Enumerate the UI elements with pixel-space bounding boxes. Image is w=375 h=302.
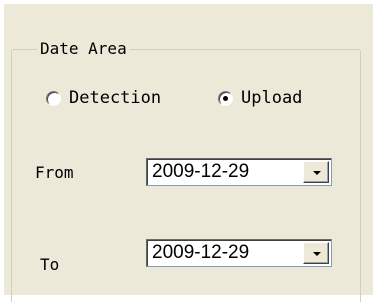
- to-date-value: 2009-12-29: [152, 242, 250, 263]
- radio-detection-label: Detection: [69, 88, 162, 108]
- group-title: Date Area: [37, 38, 130, 60]
- from-date-value: 2009-12-29: [152, 161, 250, 182]
- to-date-select[interactable]: 2009-12-29: [146, 239, 332, 267]
- from-dropdown-button[interactable]: [303, 161, 329, 183]
- radio-upload[interactable]: Upload: [218, 85, 302, 111]
- radio-upload-label: Upload: [241, 88, 303, 108]
- radio-detection[interactable]: Detection: [46, 85, 161, 111]
- from-label: From: [35, 163, 74, 182]
- radio-unselected-icon[interactable]: [46, 90, 61, 106]
- to-dropdown-button[interactable]: [303, 242, 329, 264]
- radio-selected-icon[interactable]: [218, 90, 233, 106]
- chevron-down-icon: [313, 171, 321, 175]
- from-date-select[interactable]: 2009-12-29: [146, 158, 332, 186]
- to-label: To: [40, 255, 60, 274]
- chevron-down-icon: [313, 252, 321, 256]
- radio-dot-icon: [223, 95, 228, 101]
